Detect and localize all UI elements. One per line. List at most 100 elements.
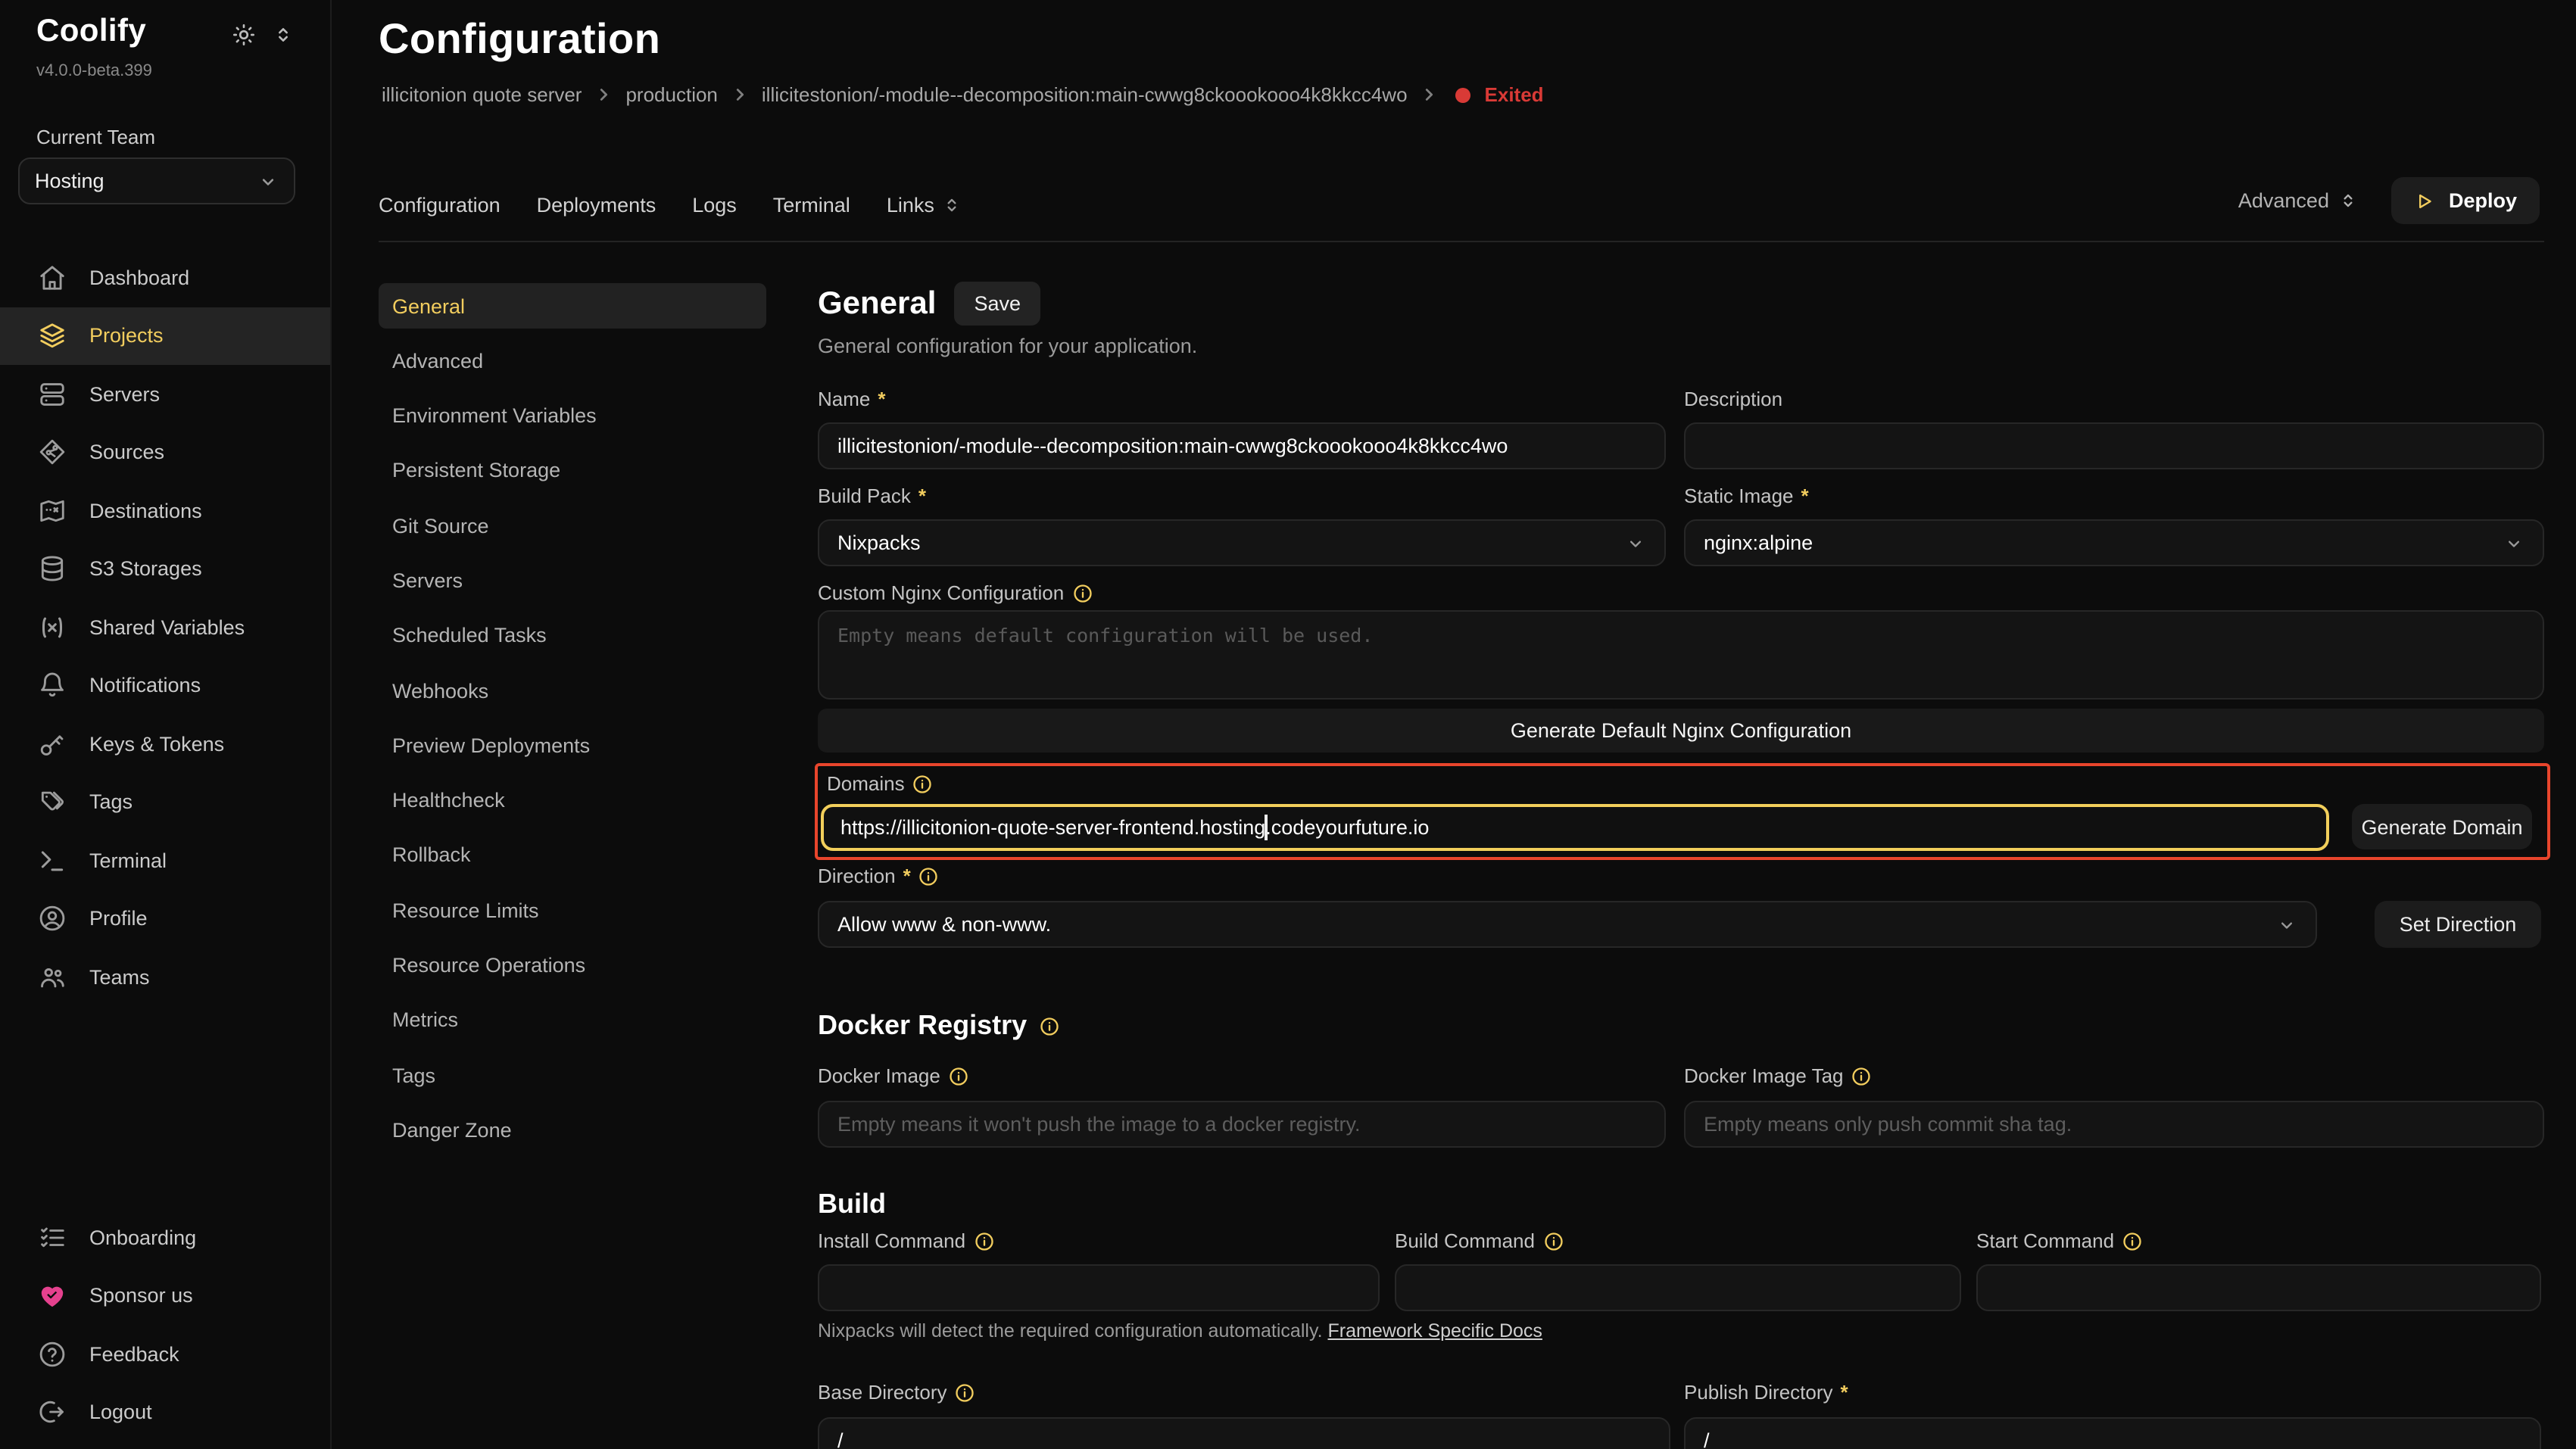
tab-configuration[interactable]: Configuration	[379, 193, 501, 216]
submenu-webhooks[interactable]: Webhooks	[379, 668, 766, 713]
info-icon[interactable]	[1039, 1015, 1060, 1036]
chevron-down-icon	[2276, 914, 2297, 935]
submenu-git-source[interactable]: Git Source	[379, 503, 766, 548]
name-label: Name*	[818, 388, 886, 410]
section-title-docker-registry: Docker Registry	[818, 1010, 1060, 1042]
team-select[interactable]: Hosting	[18, 157, 295, 204]
static-image-label: Static Image*	[1684, 485, 1809, 507]
name-input[interactable]	[818, 422, 1666, 469]
sidebar-item-sponsor-us[interactable]: Sponsor us	[0, 1267, 330, 1325]
sidebar-item-onboarding[interactable]: Onboarding	[0, 1208, 330, 1267]
tab-links[interactable]: Links	[887, 193, 962, 216]
submenu-danger-zone[interactable]: Danger Zone	[379, 1108, 766, 1153]
build-command-label: Build Command	[1395, 1229, 1564, 1252]
tab-terminal[interactable]: Terminal	[773, 193, 850, 216]
sidebar-item-sources[interactable]: Sources	[0, 423, 330, 481]
advanced-menu[interactable]: Advanced	[2238, 189, 2358, 212]
submenu-environment-variables[interactable]: Environment Variables	[379, 393, 766, 438]
sidebar-item-terminal[interactable]: Terminal	[0, 831, 330, 890]
tab-deployments[interactable]: Deployments	[537, 193, 656, 216]
info-icon[interactable]	[1071, 582, 1093, 603]
deploy-button[interactable]: Deploy	[2391, 177, 2540, 224]
submenu-resource-operations[interactable]: Resource Operations	[379, 943, 766, 988]
submenu-preview-deployments[interactable]: Preview Deployments	[379, 723, 766, 768]
description-label: Description	[1684, 388, 1782, 410]
section-title-build: Build	[818, 1189, 886, 1220]
section-title-general: General	[818, 285, 936, 322]
tab-logs[interactable]: Logs	[692, 193, 737, 216]
breadcrumb: illicitonion quote server production ill…	[382, 83, 1544, 106]
sidebar-item-profile[interactable]: Profile	[0, 890, 330, 948]
base-directory-input[interactable]	[818, 1417, 1670, 1449]
save-button[interactable]: Save	[954, 282, 1040, 326]
info-icon[interactable]	[912, 773, 934, 794]
breadcrumb-project[interactable]: illicitonion quote server	[382, 83, 582, 106]
submenu-resource-limits[interactable]: Resource Limits	[379, 888, 766, 933]
sidebar-item-notifications[interactable]: Notifications	[0, 656, 330, 715]
sidebar-item-teams[interactable]: Teams	[0, 948, 330, 1006]
theme-sun-icon[interactable]	[232, 23, 256, 47]
database-icon	[38, 555, 67, 584]
list-checks-icon	[38, 1223, 67, 1252]
submenu-metrics[interactable]: Metrics	[379, 998, 766, 1043]
build-command-input[interactable]	[1395, 1264, 1961, 1311]
set-direction-button[interactable]: Set Direction	[2375, 901, 2541, 948]
submenu-advanced[interactable]: Advanced	[379, 338, 766, 384]
submenu-persistent-storage[interactable]: Persistent Storage	[379, 448, 766, 494]
sidebar-item-feedback[interactable]: Feedback	[0, 1325, 330, 1383]
chevron-down-icon	[257, 170, 279, 192]
direction-select[interactable]: Allow www & non-www.	[818, 901, 2317, 948]
sidebar-item-logout[interactable]: Logout	[0, 1383, 330, 1441]
install-command-input[interactable]	[818, 1264, 1380, 1311]
build-pack-select[interactable]: Nixpacks	[818, 519, 1666, 566]
start-command-input[interactable]	[1976, 1264, 2541, 1311]
docker-image-tag-input[interactable]	[1684, 1101, 2544, 1148]
custom-nginx-textarea[interactable]	[818, 610, 2544, 700]
description-input[interactable]	[1684, 422, 2544, 469]
submenu-healthcheck[interactable]: Healthcheck	[379, 777, 766, 823]
info-icon[interactable]	[918, 865, 940, 887]
key-icon	[38, 730, 67, 759]
sidebar-item-dashboard[interactable]: Dashboard	[0, 248, 330, 307]
info-icon[interactable]	[973, 1230, 994, 1251]
current-team-label: Current Team	[36, 126, 155, 148]
sidebar-item-destinations[interactable]: Destinations	[0, 481, 330, 540]
app-logo[interactable]: Coolify	[36, 14, 146, 50]
sidebar-item-shared-variables[interactable]: Shared Variables	[0, 598, 330, 656]
submenu-servers[interactable]: Servers	[379, 558, 766, 603]
sidebar-collapse-chevrons-icon[interactable]	[273, 24, 294, 45]
help-circle-icon	[38, 1340, 67, 1369]
docker-image-input[interactable]	[818, 1101, 1666, 1148]
config-submenu: General Advanced Environment Variables P…	[379, 283, 766, 1163]
nixpacks-note: Nixpacks will detect the required config…	[818, 1320, 1542, 1341]
heart-icon	[38, 1282, 67, 1310]
info-icon[interactable]	[948, 1065, 969, 1086]
map-icon	[38, 497, 67, 525]
submenu-rollback[interactable]: Rollback	[379, 833, 766, 878]
terminal-icon	[38, 846, 67, 875]
sidebar-item-s3-storages[interactable]: S3 Storages	[0, 540, 330, 598]
breadcrumb-application[interactable]: illicitestonion/-module--decomposition:m…	[762, 83, 1408, 106]
sidebar-item-projects[interactable]: Projects	[0, 307, 330, 365]
info-icon[interactable]	[1851, 1065, 1873, 1086]
info-icon[interactable]	[955, 1382, 976, 1403]
static-image-select[interactable]: nginx:alpine	[1684, 519, 2544, 566]
generate-domain-button[interactable]: Generate Domain	[2352, 804, 2532, 849]
status-badge: Exited	[1485, 83, 1544, 106]
sidebar-item-tags[interactable]: Tags	[0, 773, 330, 831]
start-command-label: Start Command	[1976, 1229, 2143, 1252]
sidebar-item-keys-tokens[interactable]: Keys & Tokens	[0, 715, 330, 773]
submenu-tags[interactable]: Tags	[379, 1052, 766, 1098]
generate-nginx-config-button[interactable]: Generate Default Nginx Configuration	[818, 709, 2544, 753]
submenu-scheduled-tasks[interactable]: Scheduled Tasks	[379, 613, 766, 659]
sidebar-item-servers[interactable]: Servers	[0, 365, 330, 423]
domains-input[interactable]	[821, 804, 2329, 851]
text-caret	[1265, 815, 1267, 840]
breadcrumb-environment[interactable]: production	[625, 83, 717, 106]
info-icon[interactable]	[1542, 1230, 1564, 1251]
publish-directory-input[interactable]	[1684, 1417, 2541, 1449]
info-icon[interactable]	[2122, 1230, 2143, 1251]
submenu-general[interactable]: General	[379, 283, 766, 329]
chevron-right-icon	[595, 86, 612, 103]
framework-docs-link[interactable]: Framework Specific Docs	[1328, 1320, 1542, 1341]
